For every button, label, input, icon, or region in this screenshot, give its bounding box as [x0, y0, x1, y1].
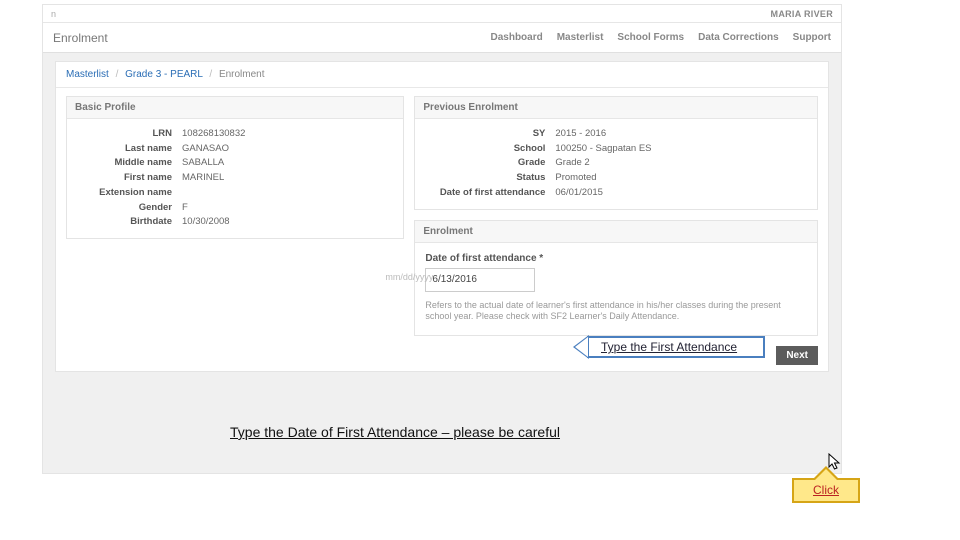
panel-basic-profile: Basic Profile LRN Last name Middle name … — [66, 96, 404, 239]
value-firstname: MARINEL — [182, 171, 393, 186]
tab-support[interactable]: Support — [793, 32, 831, 43]
nav-bar: Enrolment Dashboard Masterlist School Fo… — [43, 23, 841, 53]
value-sy: 2015 - 2016 — [555, 127, 807, 142]
value-lastname: GANASAO — [182, 142, 393, 157]
label-lrn: LRN — [77, 127, 172, 142]
value-extname — [182, 186, 393, 201]
value-gender: F — [182, 201, 393, 216]
breadcrumb-current: Enrolment — [219, 69, 265, 80]
topbar: n MARIA RIVER — [43, 5, 841, 23]
value-birthdate: 10/30/2008 — [182, 215, 393, 230]
label-middlename: Middle name — [77, 156, 172, 171]
callout-type-first-attendance: Type the First Attendance — [573, 335, 765, 359]
callout-label: Type the First Attendance — [587, 336, 765, 358]
label-gender: Gender — [77, 201, 172, 216]
app-screenshot-area: n MARIA RIVER Enrolment Dashboard Master… — [42, 4, 842, 474]
value-dfa: 06/01/2015 — [555, 186, 807, 201]
tab-school-forms[interactable]: School Forms — [617, 32, 684, 43]
value-middlename: SABALLA — [182, 156, 393, 171]
label-status: Status — [425, 171, 545, 186]
user-name: MARIA RIVER — [771, 9, 833, 19]
label-school: School — [425, 142, 545, 157]
helper-text: Refers to the actual date of learner's f… — [425, 300, 807, 323]
page-title: Enrolment — [53, 31, 108, 45]
date-placeholder-ghost: mm/dd/yyyy — [385, 272, 433, 282]
tab-dashboard[interactable]: Dashboard — [490, 32, 542, 43]
breadcrumb-masterlist[interactable]: Masterlist — [66, 69, 109, 80]
tab-data-corrections[interactable]: Data Corrections — [698, 32, 779, 43]
breadcrumb: Masterlist / Grade 3 - PEARL / Enrolment — [56, 62, 828, 88]
tab-masterlist[interactable]: Masterlist — [557, 32, 604, 43]
panel-previous-enrolment: Previous Enrolment SY School Grade Statu… — [414, 96, 818, 210]
label-lastname: Last name — [77, 142, 172, 157]
value-school: 100250 - Sagpatan ES — [555, 142, 807, 157]
label-extname: Extension name — [77, 186, 172, 201]
breadcrumb-section[interactable]: Grade 3 - PEARL — [125, 69, 202, 80]
panel-enrolment: Enrolment Date of first attendance * mm/… — [414, 220, 818, 336]
panel-heading: Enrolment — [415, 221, 817, 243]
callout-label: Click — [792, 478, 860, 503]
value-status: Promoted — [555, 171, 807, 186]
panel-heading: Basic Profile — [67, 97, 403, 119]
content-frame: Masterlist / Grade 3 - PEARL / Enrolment… — [55, 61, 829, 372]
label-dfa: Date of first attendance — [425, 186, 545, 201]
date-first-attendance-input[interactable] — [425, 268, 535, 292]
value-grade: Grade 2 — [555, 156, 807, 171]
label-firstname: First name — [77, 171, 172, 186]
instruction-text: Type the Date of First Attendance – plea… — [230, 424, 560, 440]
panel-heading: Previous Enrolment — [415, 97, 817, 119]
label-grade: Grade — [425, 156, 545, 171]
label-sy: SY — [425, 127, 545, 142]
next-button[interactable]: Next — [776, 346, 818, 365]
value-lrn: 108268130832 — [182, 127, 393, 142]
label-date-first-attendance: Date of first attendance * — [425, 253, 807, 264]
topbar-cutoff: n — [51, 9, 56, 19]
callout-click: Click — [792, 466, 860, 503]
label-birthdate: Birthdate — [77, 215, 172, 230]
